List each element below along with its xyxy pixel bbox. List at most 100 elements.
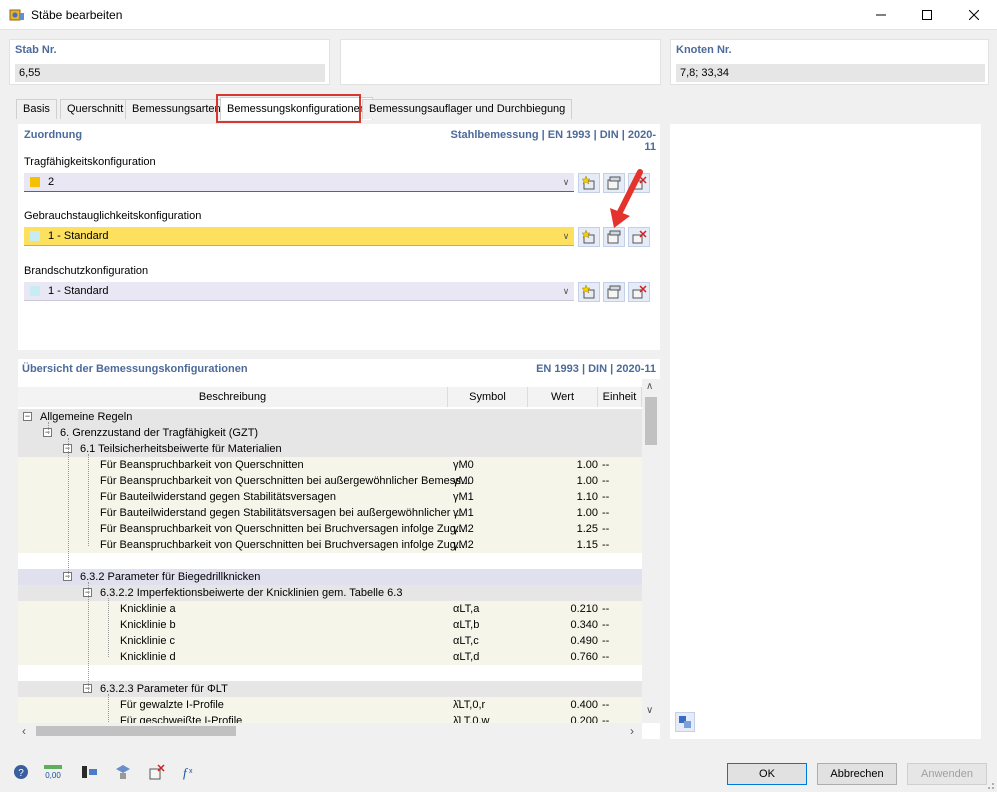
preview-toggle-button[interactable] xyxy=(675,712,695,732)
column-header-symbol[interactable]: Symbol xyxy=(448,387,528,407)
close-button[interactable] xyxy=(951,0,997,30)
ok-button[interactable]: OK xyxy=(727,763,807,785)
preview-panel xyxy=(670,124,981,739)
tragfaehigkeit-select[interactable]: 2 ∨ xyxy=(24,173,574,192)
delete-button[interactable] xyxy=(146,762,168,782)
scroll-down-icon[interactable]: ∨ xyxy=(646,705,653,716)
window-title: Stäbe bearbeiten xyxy=(31,8,123,22)
zuordnung-panel: Zuordnung Stahlbemessung | EN 1993 | DIN… xyxy=(18,124,660,350)
maximize-button[interactable] xyxy=(904,0,950,30)
tree-line xyxy=(108,694,109,724)
new-config-button[interactable] xyxy=(578,173,600,193)
config-color-swatch xyxy=(30,286,40,296)
tree-row[interactable]: − 6.3.2 Parameter für Biegedrillknicken xyxy=(18,569,642,585)
scrollbar-thumb[interactable] xyxy=(36,726,236,736)
section-button[interactable] xyxy=(78,762,100,782)
formula-button[interactable]: fx xyxy=(178,762,200,782)
tree-row[interactable]: Für geschweißte I-Profile λ̄LT,0,w 0.200… xyxy=(18,713,642,723)
scroll-left-icon[interactable]: ‹ xyxy=(22,724,26,738)
tree-row[interactable]: Knicklinie d αLT,d 0.760 -- xyxy=(18,649,642,665)
tab-bemessungsarten[interactable]: Bemessungsarten xyxy=(125,99,228,119)
column-header-unit[interactable]: Einheit xyxy=(598,387,642,407)
swap-icon xyxy=(679,716,691,728)
red-arrow-annotation xyxy=(610,169,643,228)
minimize-button[interactable] xyxy=(858,0,904,30)
tab-querschnitt[interactable]: Querschnitt xyxy=(60,99,131,119)
new-config-button[interactable] xyxy=(578,282,600,302)
resize-grip-icon[interactable] xyxy=(984,779,995,790)
overview-title: Übersicht der Bemessungskonfigurationen xyxy=(22,363,248,375)
tree-row[interactable]: Für Beanspruchbarkeit von Querschnitten … xyxy=(18,537,642,553)
overview-panel: Übersicht der Bemessungskonfigurationen … xyxy=(18,359,660,739)
vertical-scrollbar[interactable]: ∧ ∨ xyxy=(642,379,660,723)
scroll-up-icon[interactable]: ∧ xyxy=(646,381,653,392)
stab-panel: Stab Nr. 6,55 xyxy=(9,39,330,85)
tree-row-spacer xyxy=(18,665,642,681)
help-button[interactable]: ? xyxy=(10,762,32,782)
scroll-right-icon[interactable]: › xyxy=(630,724,634,738)
tree-row[interactable]: − 6. Grenzzustand der Tragfähigkeit (GZT… xyxy=(18,425,642,441)
tree-line xyxy=(68,438,69,578)
apply-button[interactable]: Anwenden xyxy=(907,763,987,785)
tree-row[interactable]: Knicklinie c αLT,c 0.490 -- xyxy=(18,633,642,649)
stab-value[interactable]: 6,55 xyxy=(15,64,325,82)
gebrauchstauglichkeit-select[interactable]: 1 - Standard ∨ xyxy=(24,227,574,246)
title-bar: Stäbe bearbeiten xyxy=(0,0,997,30)
delete-config-button[interactable] xyxy=(628,282,650,302)
config-color-swatch xyxy=(30,177,40,187)
scrollbar-thumb[interactable] xyxy=(645,397,657,445)
tree-line xyxy=(108,598,109,657)
knoten-value[interactable]: 7,8; 33,34 xyxy=(676,64,985,82)
brandschutz-value: 1 - Standard xyxy=(48,285,109,297)
edit-config-button[interactable] xyxy=(603,227,625,247)
tree-row[interactable]: Für Beanspruchbarkeit von Querschnitten … xyxy=(18,457,642,473)
knoten-panel: Knoten Nr. 7,8; 33,34 xyxy=(670,39,989,85)
tree-row[interactable]: Für Beanspruchbarkeit von Querschnitten … xyxy=(18,521,642,537)
overview-tree-table[interactable]: Beschreibung Symbol Wert Einheit − Allge… xyxy=(18,379,660,739)
section-icon xyxy=(82,766,97,778)
chevron-down-icon: ∨ xyxy=(562,285,570,296)
edit-config-button[interactable] xyxy=(603,282,625,302)
gebrauchstauglichkeit-label: Gebrauchstauglichkeitskonfiguration xyxy=(24,210,202,222)
chevron-down-icon: ∨ xyxy=(562,176,570,187)
tree-row[interactable]: − 6.1 Teilsicherheitsbeiwerte für Materi… xyxy=(18,441,642,457)
tab-bemessungsauflager[interactable]: Bemessungsauflager und Durchbiegung xyxy=(362,99,573,119)
svg-text:x: x xyxy=(189,768,193,775)
tree-row-spacer xyxy=(18,553,642,569)
tab-bemessungskonfigurationen[interactable]: Bemessungskonfigurationen xyxy=(220,97,373,120)
view-icon xyxy=(116,765,130,779)
tree-row[interactable]: Für gewalzte I-Profile λ̄LT,0,r 0.400 -- xyxy=(18,697,642,713)
edit-icon xyxy=(607,230,621,244)
new-config-button[interactable] xyxy=(578,227,600,247)
tree-row[interactable]: − Allgemeine Regeln xyxy=(18,409,642,425)
tree-row[interactable]: − 6.3.2.2 Imperfektionsbeiwerte der Knic… xyxy=(18,585,642,601)
tree-row[interactable]: Für Bauteilwiderstand gegen Stabilitätsv… xyxy=(18,489,642,505)
tab-basis[interactable]: Basis xyxy=(16,99,57,119)
view-button[interactable] xyxy=(112,762,134,782)
tree-row[interactable]: − 6.3.2.3 Parameter für ΦLT xyxy=(18,681,642,697)
chevron-down-icon: ∨ xyxy=(562,230,570,241)
cancel-button[interactable]: Abbrechen xyxy=(817,763,897,785)
new-icon xyxy=(581,175,595,190)
knoten-label: Knoten Nr. xyxy=(676,44,732,56)
column-header-value[interactable]: Wert xyxy=(528,387,598,407)
collapse-icon[interactable]: − xyxy=(23,412,32,421)
units-button[interactable]: 0,00 xyxy=(42,762,64,782)
column-header-desc[interactable]: Beschreibung xyxy=(18,387,448,407)
tree-line xyxy=(48,422,49,434)
zuordnung-title: Zuordnung xyxy=(24,129,83,141)
horizontal-scrollbar[interactable]: ‹ › xyxy=(18,723,642,739)
new-icon xyxy=(581,229,595,244)
tree-row[interactable]: Knicklinie a αLT,a 0.210 -- xyxy=(18,601,642,617)
delete-config-button[interactable] xyxy=(628,227,650,247)
new-icon xyxy=(581,284,595,299)
delete-icon xyxy=(632,230,647,244)
tree-row[interactable]: Für Beanspruchbarkeit von Querschnitten … xyxy=(18,473,642,489)
close-icon xyxy=(969,10,979,20)
tree-row[interactable]: Knicklinie b αLT,b 0.340 -- xyxy=(18,617,642,633)
config-color-swatch xyxy=(30,231,40,241)
tree-row[interactable]: Für Bauteilwiderstand gegen Stabilitätsv… xyxy=(18,505,642,521)
brandschutz-select[interactable]: 1 - Standard ∨ xyxy=(24,282,574,301)
gebrauchstauglichkeit-value: 1 - Standard xyxy=(48,230,109,242)
tragfaehigkeit-label: Tragfähigkeitskonfiguration xyxy=(24,156,156,168)
